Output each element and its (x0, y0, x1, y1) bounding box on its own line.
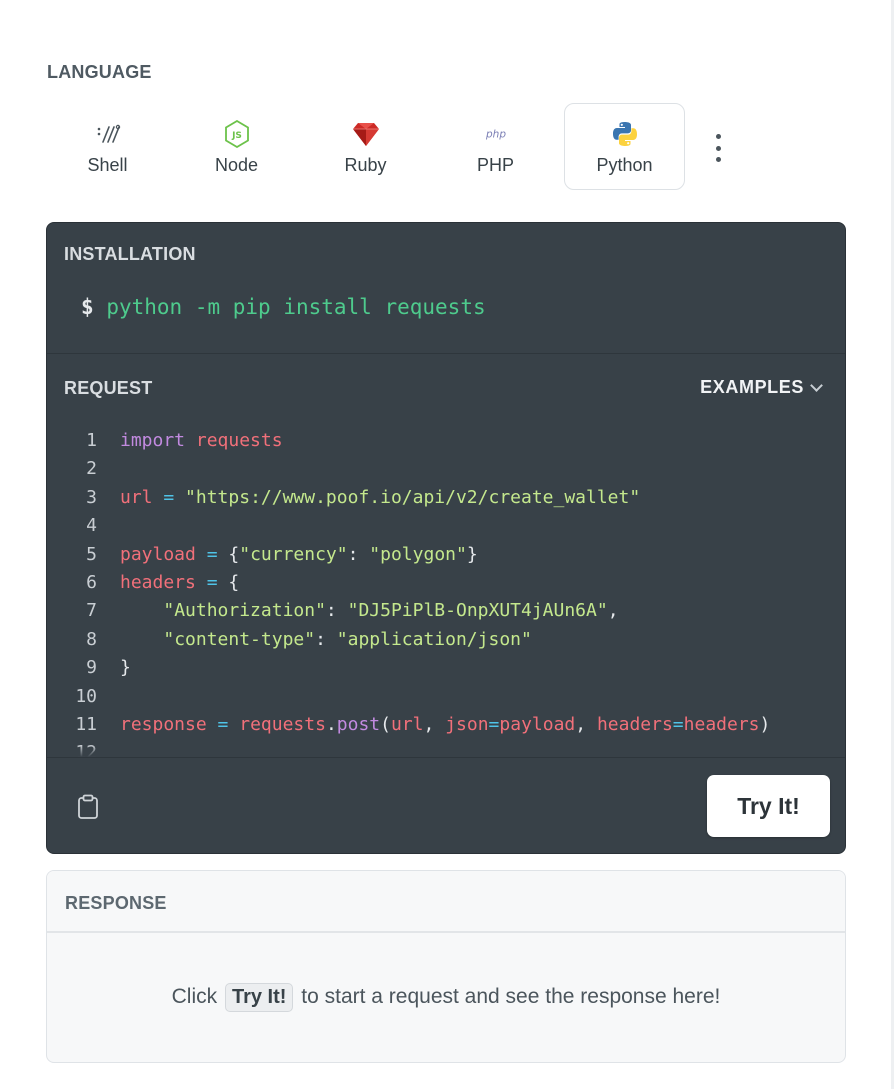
line-number: 2 (86, 458, 97, 480)
try-it-kbd: Try It! (224, 983, 294, 1012)
examples-dropdown[interactable]: EXAMPLES (700, 377, 823, 398)
line-number: 4 (86, 515, 97, 537)
code-text: payload = {"currency": "polygon"} (120, 543, 478, 565)
line-number: 5 (86, 543, 97, 565)
code-text: headers = { (120, 572, 240, 593)
prompt-symbol: $ (81, 295, 94, 319)
tab-label: Node (214, 155, 259, 175)
language-tabs: Shell JS Node Ruby php PHP Python (47, 103, 747, 190)
language-heading: LANGUAGE (47, 62, 152, 82)
request-label: REQUEST (64, 378, 153, 398)
svg-text:JS: JS (231, 131, 242, 141)
line-number: 6 (86, 572, 97, 593)
divider (47, 757, 845, 758)
installation-label: INSTALLATION (64, 244, 196, 264)
response-placeholder: Click Try It! to start a request and see… (47, 983, 845, 1012)
code-editor[interactable]: 1 import requests 2 3 url = "https://www.poo… (47, 423, 845, 757)
response-label: RESPONSE (65, 893, 167, 913)
tab-node[interactable]: JS Node (176, 103, 297, 190)
examples-label: EXAMPLES (700, 377, 804, 397)
tab-label: Python (596, 155, 653, 175)
chevron-down-icon (810, 378, 823, 392)
tab-python[interactable]: Python (564, 103, 685, 190)
code-text: response = requests.post(url, json=paylo… (120, 714, 771, 735)
tab-label: Shell (87, 155, 128, 175)
line-number: 7 (86, 600, 97, 622)
tab-shell[interactable]: Shell (47, 103, 168, 190)
line-number: 8 (86, 628, 97, 650)
line-number: 11 (75, 714, 97, 735)
tab-ruby[interactable]: Ruby (305, 103, 426, 190)
clipboard-icon[interactable] (77, 794, 99, 820)
install-command: $ python -m pip install requests (81, 295, 486, 319)
shell-icon (94, 120, 122, 148)
response-panel: RESPONSE Click Try It! to start a reques… (46, 870, 846, 1063)
more-vertical-icon[interactable] (708, 134, 728, 162)
line-number: 10 (75, 685, 97, 707)
install-command-text: python -m pip install requests (106, 295, 486, 319)
svg-text:php: php (485, 129, 506, 141)
code-card: INSTALLATION $ python -m pip install req… (46, 222, 846, 854)
response-msg-after: to start a request and see the response … (301, 985, 721, 1008)
nodejs-icon: JS (223, 120, 251, 148)
line-number: 3 (86, 486, 97, 508)
tab-php[interactable]: php PHP (435, 103, 556, 190)
code-text: import requests (120, 430, 283, 451)
line-number: 9 (86, 657, 97, 679)
code-text: url = "https://www.poof.io/api/v2/create… (120, 486, 641, 508)
line-number: 1 (86, 430, 97, 451)
code-text: } (120, 657, 131, 679)
response-msg-before: Click (171, 985, 218, 1008)
try-it-button[interactable]: Try It! (707, 775, 830, 837)
tab-label: PHP (476, 155, 514, 175)
divider (47, 353, 845, 354)
code-text: "content-type": "application/json" (163, 628, 532, 650)
tab-label: Ruby (344, 155, 387, 175)
response-header: RESPONSE (47, 871, 845, 933)
python-icon (611, 120, 639, 148)
php-icon: php (482, 120, 510, 148)
code-fade (47, 745, 845, 757)
code-text: "Authorization": "DJ5PiPlB-OnpXUT4jAUn6A… (163, 600, 619, 622)
ruby-icon (352, 120, 380, 148)
